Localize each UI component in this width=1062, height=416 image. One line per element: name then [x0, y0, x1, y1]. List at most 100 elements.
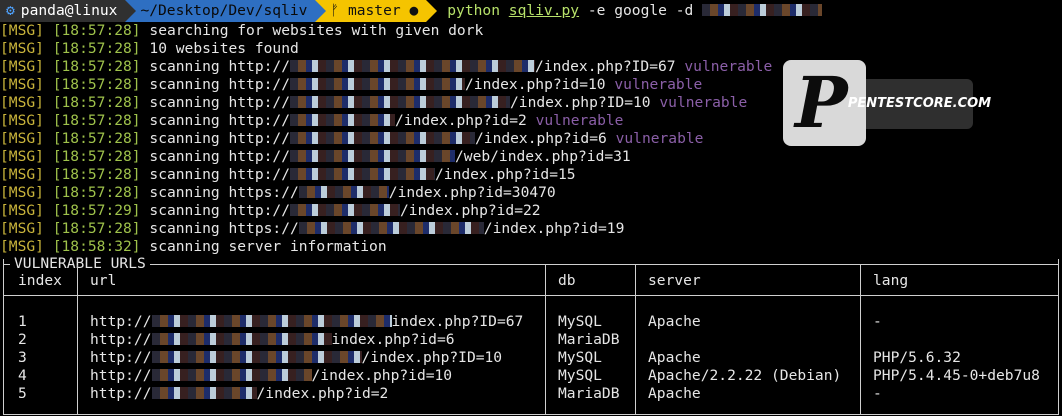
cell-lang: -: [873, 313, 882, 330]
cell-lang: PHP/5.6.32: [873, 349, 961, 366]
header-lang: lang: [873, 272, 909, 289]
msg-tag: [MSG]: [0, 112, 44, 129]
url-prefix: https://: [228, 220, 299, 237]
msg-tag: [MSG]: [0, 184, 44, 201]
timestamp: [18:57:29]: [52, 202, 141, 219]
log-text: 10 websites found: [149, 40, 299, 57]
log-text: scanning: [149, 184, 229, 201]
msg-tag: [MSG]: [0, 94, 44, 111]
header-url: url: [90, 272, 117, 289]
msg-tag: [MSG]: [0, 220, 44, 237]
cell-server: Apache: [648, 349, 701, 366]
vulnerable-status: vulnerable: [684, 58, 773, 75]
log-line: [MSG] [18:57:29] scanning http:// /index.…: [0, 202, 1062, 220]
vulnerable-status: vulnerable: [535, 112, 624, 129]
vulnerable-status: vulnerable: [615, 130, 704, 147]
msg-tag: [MSG]: [0, 238, 44, 255]
msg-tag: [MSG]: [0, 130, 44, 147]
cell-index: 4: [18, 367, 27, 384]
cell-url: http:// /index.php?ID=10: [90, 349, 502, 367]
cell-db: MariaDB: [558, 331, 620, 348]
cell-db: MySQL: [558, 313, 602, 330]
branch-name: master: [347, 2, 401, 19]
url-prefix: http://: [228, 202, 290, 219]
redacted-host: [298, 186, 389, 198]
redacted-host: [290, 168, 435, 180]
gear-icon: ⚙: [6, 2, 15, 19]
cell-lang: PHP/5.4.45-0+deb7u8: [873, 367, 1040, 384]
header-index: index: [18, 272, 62, 289]
logo-label: PENTESTCORE.COM: [848, 79, 991, 129]
log-text: scanning: [149, 58, 229, 75]
url-prefix: http://: [90, 313, 152, 330]
cell-server: Apache: [648, 385, 701, 402]
cell-db: MySQL: [558, 349, 602, 366]
redacted-host: [290, 114, 395, 126]
url-path: index.php?ID=67: [391, 313, 524, 330]
vulnerable-status: vulnerable: [614, 76, 703, 93]
table-top-border: [4, 264, 1058, 265]
url-prefix: http://: [90, 349, 152, 366]
url-prefix: http://: [228, 76, 290, 93]
url-path: /index.php?ID=10: [510, 94, 651, 111]
msg-tag: [MSG]: [0, 202, 44, 219]
log-text: scanning: [149, 166, 229, 183]
cell-url: http:// /index.php?id=2: [90, 385, 388, 403]
cmd-python: python: [447, 2, 500, 19]
url-path: /index.php?id=10: [465, 76, 606, 93]
msg-tag: [MSG]: [0, 148, 44, 165]
cell-url: http:// index.php?id=6: [90, 331, 455, 349]
log-text: scanning: [149, 148, 229, 165]
cell-index: 1: [18, 313, 27, 330]
cell-db: MariaDB: [558, 385, 620, 402]
msg-tag: [MSG]: [0, 40, 44, 57]
table-row: 3 http:// /index.php?ID=10 MySQL Apache PHP/5…: [4, 349, 1058, 367]
redacted-host: [151, 387, 257, 399]
shell-prompt: ⚙ panda@linux ~/Desktop/Dev/sqliv ᚠ maste…: [0, 0, 1062, 22]
command-input[interactable]: python sqliv.py -e google -d: [447, 2, 823, 20]
url-path: /index.php?ID=67: [535, 58, 676, 75]
msg-tag: [MSG]: [0, 22, 44, 39]
header-server: server: [648, 272, 701, 289]
url-path: /index.php?ID=10: [361, 349, 503, 366]
prompt-user-segment: ⚙ panda@linux: [0, 0, 126, 22]
timestamp: [18:57:28]: [52, 166, 141, 183]
timestamp: [18:57:28]: [52, 58, 141, 75]
log-text: scanning server information: [149, 238, 387, 255]
url-path: /index.php?id=15: [435, 166, 576, 183]
url-prefix: http://: [228, 94, 290, 111]
timestamp: [18:57:28]: [52, 94, 141, 111]
header-separator: [4, 295, 1058, 296]
redacted-dork: [702, 4, 823, 16]
segment-arrow: [426, 0, 438, 22]
branch-icon: ᚠ: [330, 2, 340, 19]
redacted-host: [290, 150, 455, 162]
table-row: 1 http:// index.php?ID=67 MySQL Apache -: [4, 313, 1058, 331]
cwd-path: ~/Desktop/Dev/sqliv: [140, 2, 308, 19]
url-prefix: http://: [228, 166, 290, 183]
url-path: /index.php?id=19: [483, 220, 625, 237]
timestamp: [18:57:28]: [52, 40, 141, 57]
url-path: /index.php?id=10: [311, 367, 453, 384]
cmd-args: -e google -d: [587, 2, 694, 19]
redacted-host: [290, 204, 400, 216]
log-text: searching for websites with given dork: [149, 22, 484, 39]
url-path: /index.php?id=6: [475, 130, 607, 147]
log-line: [MSG] [18:57:28] scanning https:// /index…: [0, 184, 1062, 202]
url-path: /index.php?id=2: [395, 112, 527, 129]
table-row: 2 http:// index.php?id=6 MariaDB: [4, 331, 1058, 349]
cmd-script: sqliv.py: [508, 2, 580, 19]
url-path: /index.php?id=2: [256, 385, 389, 402]
timestamp: [18:57:28]: [52, 148, 141, 165]
log-line: [MSG] [18:57:28] searching for websites …: [0, 22, 1062, 40]
log-text: scanning: [149, 220, 229, 237]
cell-url: http:// /index.php?id=10: [90, 367, 452, 385]
redacted-host: [151, 351, 362, 363]
cell-lang: -: [873, 385, 882, 402]
log-text: scanning: [149, 76, 229, 93]
url-prefix: http://: [228, 112, 290, 129]
url-path: /web/index.php?id=31: [455, 148, 631, 165]
log-text: scanning: [149, 94, 229, 111]
redacted-host: [298, 222, 484, 234]
timestamp: [18:57:28]: [52, 22, 141, 39]
